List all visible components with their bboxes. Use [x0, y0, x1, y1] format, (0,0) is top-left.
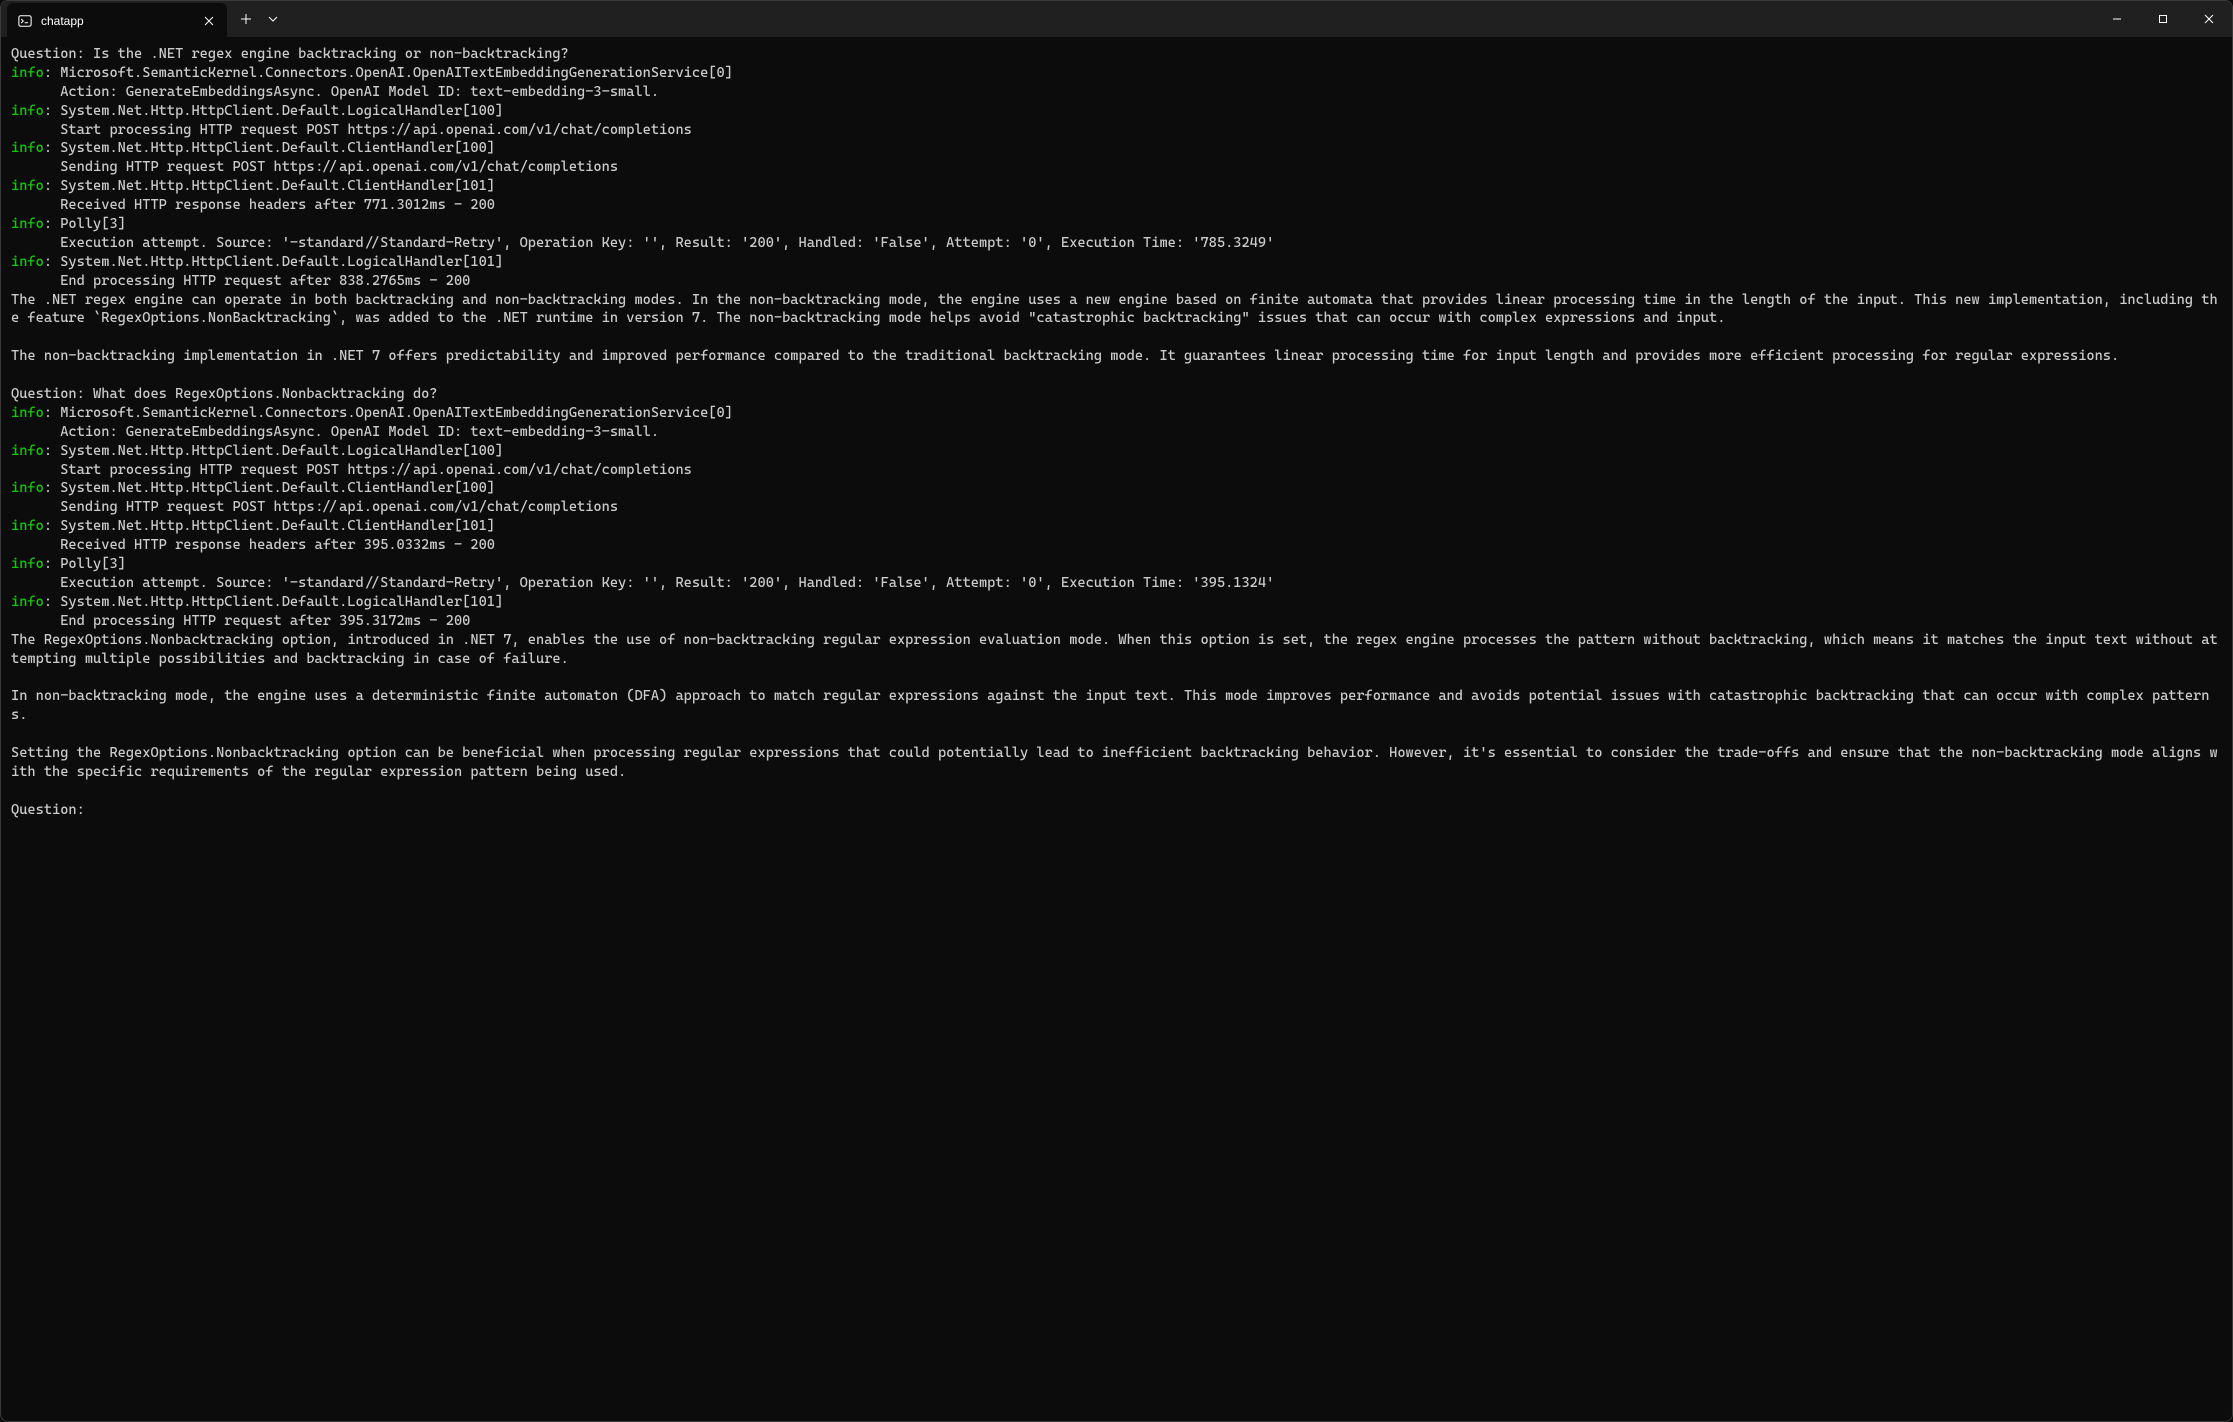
terminal-window: chatapp: [0, 0, 2233, 1422]
terminal-line: Question: What does RegexOptions.Nonback…: [11, 385, 2222, 404]
log-message: : System.Net.Http.HttpClient.Default.Log…: [44, 443, 503, 459]
log-detail: End processing HTTP request after 395.31…: [11, 612, 2222, 631]
log-line-info: info: System.Net.Http.HttpClient.Default…: [11, 479, 2222, 498]
log-level: info: [11, 556, 44, 572]
log-detail: Start processing HTTP request POST https…: [11, 121, 2222, 140]
log-message: : System.Net.Http.HttpClient.Default.Cli…: [44, 518, 495, 534]
log-level: info: [11, 405, 44, 421]
answer-text: The .NET regex engine can operate in bot…: [11, 291, 2222, 329]
window-controls: [2094, 1, 2232, 37]
terminal-line: Question: Is the .NET regex engine backt…: [11, 45, 2222, 64]
log-message: : Microsoft.SemanticKernel.Connectors.Op…: [44, 405, 733, 421]
log-detail: Start processing HTTP request POST https…: [11, 461, 2222, 480]
titlebar[interactable]: chatapp: [1, 1, 2232, 37]
log-line-info: info: System.Net.Http.HttpClient.Default…: [11, 177, 2222, 196]
log-level: info: [11, 443, 44, 459]
log-level: info: [11, 594, 44, 610]
log-level: info: [11, 480, 44, 496]
blank-line: [11, 366, 2222, 385]
log-message: : System.Net.Http.HttpClient.Default.Cli…: [44, 480, 495, 496]
log-line-info: info: Microsoft.SemanticKernel.Connector…: [11, 404, 2222, 423]
log-detail: Execution attempt. Source: '-standard//S…: [11, 574, 2222, 593]
log-line-info: info: Polly[3]: [11, 215, 2222, 234]
tab-close-button[interactable]: [201, 13, 217, 29]
log-line-info: info: System.Net.Http.HttpClient.Default…: [11, 139, 2222, 158]
blank-line: [11, 782, 2222, 801]
log-detail: Received HTTP response headers after 395…: [11, 536, 2222, 555]
tab-dropdown-button[interactable]: [261, 4, 285, 34]
blank-line: [11, 328, 2222, 347]
log-message: : Polly[3]: [44, 556, 126, 572]
terminal-icon: [17, 13, 33, 29]
log-level: info: [11, 178, 44, 194]
tab-title: chatapp: [41, 14, 193, 28]
tab-chatapp[interactable]: chatapp: [7, 3, 227, 39]
log-line-info: info: System.Net.Http.HttpClient.Default…: [11, 253, 2222, 272]
close-button[interactable]: [2186, 1, 2232, 37]
log-detail: Received HTTP response headers after 771…: [11, 196, 2222, 215]
log-line-info: info: Polly[3]: [11, 555, 2222, 574]
maximize-button[interactable]: [2140, 1, 2186, 37]
blank-line: [11, 725, 2222, 744]
new-tab-button[interactable]: [231, 4, 261, 34]
log-level: info: [11, 216, 44, 232]
log-message: : System.Net.Http.HttpClient.Default.Log…: [44, 103, 503, 119]
log-detail: End processing HTTP request after 838.27…: [11, 272, 2222, 291]
log-detail: Sending HTTP request POST https://api.op…: [11, 158, 2222, 177]
log-message: : System.Net.Http.HttpClient.Default.Cli…: [44, 178, 495, 194]
log-detail: Execution attempt. Source: '-standard//S…: [11, 234, 2222, 253]
minimize-button[interactable]: [2094, 1, 2140, 37]
log-level: info: [11, 103, 44, 119]
terminal-line: Question:: [11, 801, 2222, 820]
log-message: : Microsoft.SemanticKernel.Connectors.Op…: [44, 65, 733, 81]
log-detail: Sending HTTP request POST https://api.op…: [11, 498, 2222, 517]
log-message: : System.Net.Http.HttpClient.Default.Log…: [44, 594, 503, 610]
answer-text: The RegexOptions.Nonbacktracking option,…: [11, 631, 2222, 669]
log-message: : System.Net.Http.HttpClient.Default.Cli…: [44, 140, 495, 156]
log-message: : Polly[3]: [44, 216, 126, 232]
log-line-info: info: System.Net.Http.HttpClient.Default…: [11, 442, 2222, 461]
log-line-info: info: Microsoft.SemanticKernel.Connector…: [11, 64, 2222, 83]
log-line-info: info: System.Net.Http.HttpClient.Default…: [11, 102, 2222, 121]
log-level: info: [11, 254, 44, 270]
log-level: info: [11, 140, 44, 156]
log-detail: Action: GenerateEmbeddingsAsync. OpenAI …: [11, 83, 2222, 102]
log-level: info: [11, 518, 44, 534]
log-line-info: info: System.Net.Http.HttpClient.Default…: [11, 593, 2222, 612]
answer-text: In non-backtracking mode, the engine use…: [11, 687, 2222, 725]
answer-text: The non-backtracking implementation in .…: [11, 347, 2222, 366]
answer-text: Setting the RegexOptions.Nonbacktracking…: [11, 744, 2222, 782]
blank-line: [11, 668, 2222, 687]
log-message: : System.Net.Http.HttpClient.Default.Log…: [44, 254, 503, 270]
terminal-output[interactable]: Question: Is the .NET regex engine backt…: [1, 37, 2232, 1421]
log-level: info: [11, 65, 44, 81]
log-line-info: info: System.Net.Http.HttpClient.Default…: [11, 517, 2222, 536]
log-detail: Action: GenerateEmbeddingsAsync. OpenAI …: [11, 423, 2222, 442]
